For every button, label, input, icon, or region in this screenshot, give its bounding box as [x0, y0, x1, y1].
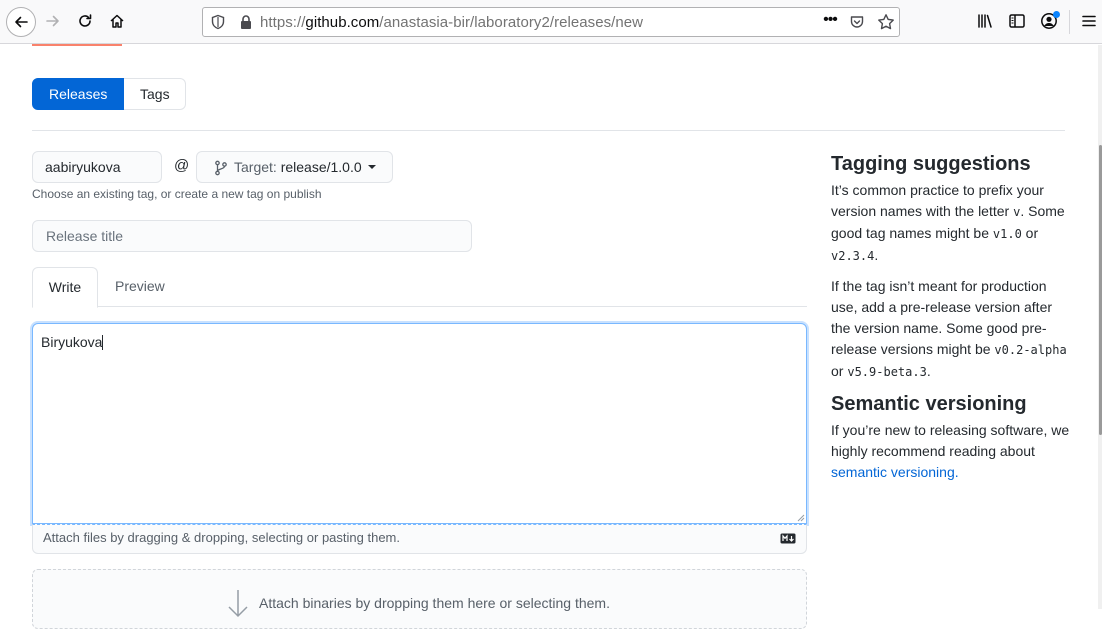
reload-button[interactable] [72, 8, 98, 34]
url-path: /anastasia-bir/laboratory2/releases/new [379, 14, 644, 31]
tagging-suggestions-title: Tagging suggestions [831, 153, 1031, 175]
library-icon[interactable] [976, 12, 994, 30]
lock-icon[interactable] [238, 14, 254, 30]
chevron-down-icon [368, 165, 376, 169]
sidebar-toggle-icon[interactable] [1008, 12, 1026, 30]
hamburger-menu-icon[interactable] [1080, 12, 1098, 30]
page-actions-button[interactable]: ••• [820, 12, 840, 32]
back-button[interactable] [6, 7, 36, 37]
attach-hint: Attach files by dragging & dropping, sel… [43, 530, 400, 545]
markdown-icon[interactable] [780, 533, 796, 544]
semantic-versioning-link[interactable]: semantic versioning. [831, 464, 959, 480]
text: If you’re new to releasing software, we … [831, 422, 1070, 459]
semver-paragraph: If you’re new to releasing software, we … [831, 420, 1071, 483]
resize-handle-icon[interactable] [797, 514, 805, 522]
code: v5.9-beta.3 [847, 365, 927, 379]
tab-write[interactable]: Write [32, 267, 98, 308]
arrow-down-icon [228, 590, 248, 618]
code: v1.0 [992, 227, 1022, 241]
text: . [926, 363, 931, 379]
url-prefix: https:// [260, 14, 306, 31]
arrow-right-icon [46, 15, 59, 27]
code: v2.3.4 [831, 249, 875, 263]
attach-files-bar[interactable]: Attach files by dragging & dropping, sel… [32, 524, 807, 554]
editor-tabnav: Write Preview [32, 267, 807, 308]
home-icon [110, 14, 124, 28]
at-sign: @ [174, 157, 190, 174]
reload-icon [79, 14, 92, 27]
tab-releases[interactable]: Releases [32, 78, 124, 110]
toolbar-separator [1069, 10, 1070, 34]
tag-name-input[interactable]: aabiryukova [32, 151, 162, 183]
forward-button[interactable] [40, 8, 66, 34]
browser-toolbar: https://github.com/anastasia-bir/laborat… [0, 0, 1102, 44]
target-value: release/1.0.0 [280, 159, 362, 175]
tag-hint: Choose an existing tag, or create a new … [32, 187, 322, 201]
target-label: Target: release/1.0.0 [234, 159, 362, 175]
url-host: github.com [305, 14, 380, 31]
page-scrollbar[interactable] [1098, 45, 1102, 609]
sidebar: Tagging suggestions It’s common practice… [831, 152, 1071, 492]
active-tab-underline [32, 44, 122, 46]
shield-icon[interactable] [210, 14, 226, 30]
text: or [831, 363, 848, 379]
tagging-paragraph-2: If the tag isn’t meant for production us… [831, 276, 1071, 383]
home-button[interactable] [104, 8, 130, 34]
tagging-paragraph-1: It’s common practice to prefix your vers… [831, 180, 1071, 267]
divider [32, 130, 1065, 131]
url-bar[interactable]: https://github.com/anastasia-bir/laborat… [202, 7, 900, 37]
semantic-versioning-title: Semantic versioning [831, 393, 1027, 415]
attach-binaries-dropzone[interactable]: Attach binaries by dropping them here or… [32, 569, 807, 629]
text: It’s common practice to prefix your vers… [831, 182, 1044, 219]
page-content: Releases Tags aabiryukova @ Target: rele… [0, 44, 1102, 629]
text: . [874, 247, 879, 263]
git-branch-icon [215, 160, 227, 176]
text: or [1021, 225, 1039, 241]
bookmark-star-icon[interactable] [877, 13, 895, 31]
body-text: Biryukova [41, 334, 103, 350]
url-text[interactable]: https://github.com/anastasia-bir/laborat… [260, 14, 643, 31]
releases-subnav: Releases Tags [32, 78, 186, 111]
target-prefix: Target: [234, 159, 281, 175]
code: v0.2-alpha [994, 343, 1067, 357]
arrow-left-icon [15, 16, 28, 28]
pocket-icon[interactable] [849, 14, 865, 30]
release-title-input[interactable]: Release title [32, 220, 472, 252]
tab-preview[interactable]: Preview [115, 267, 165, 307]
target-branch-button[interactable]: Target: release/1.0.0 [196, 151, 393, 183]
text-cursor [102, 335, 104, 350]
release-body-textarea[interactable]: Biryukova [32, 323, 807, 524]
notification-dot [1053, 11, 1060, 18]
tab-tags[interactable]: Tags [124, 78, 186, 110]
